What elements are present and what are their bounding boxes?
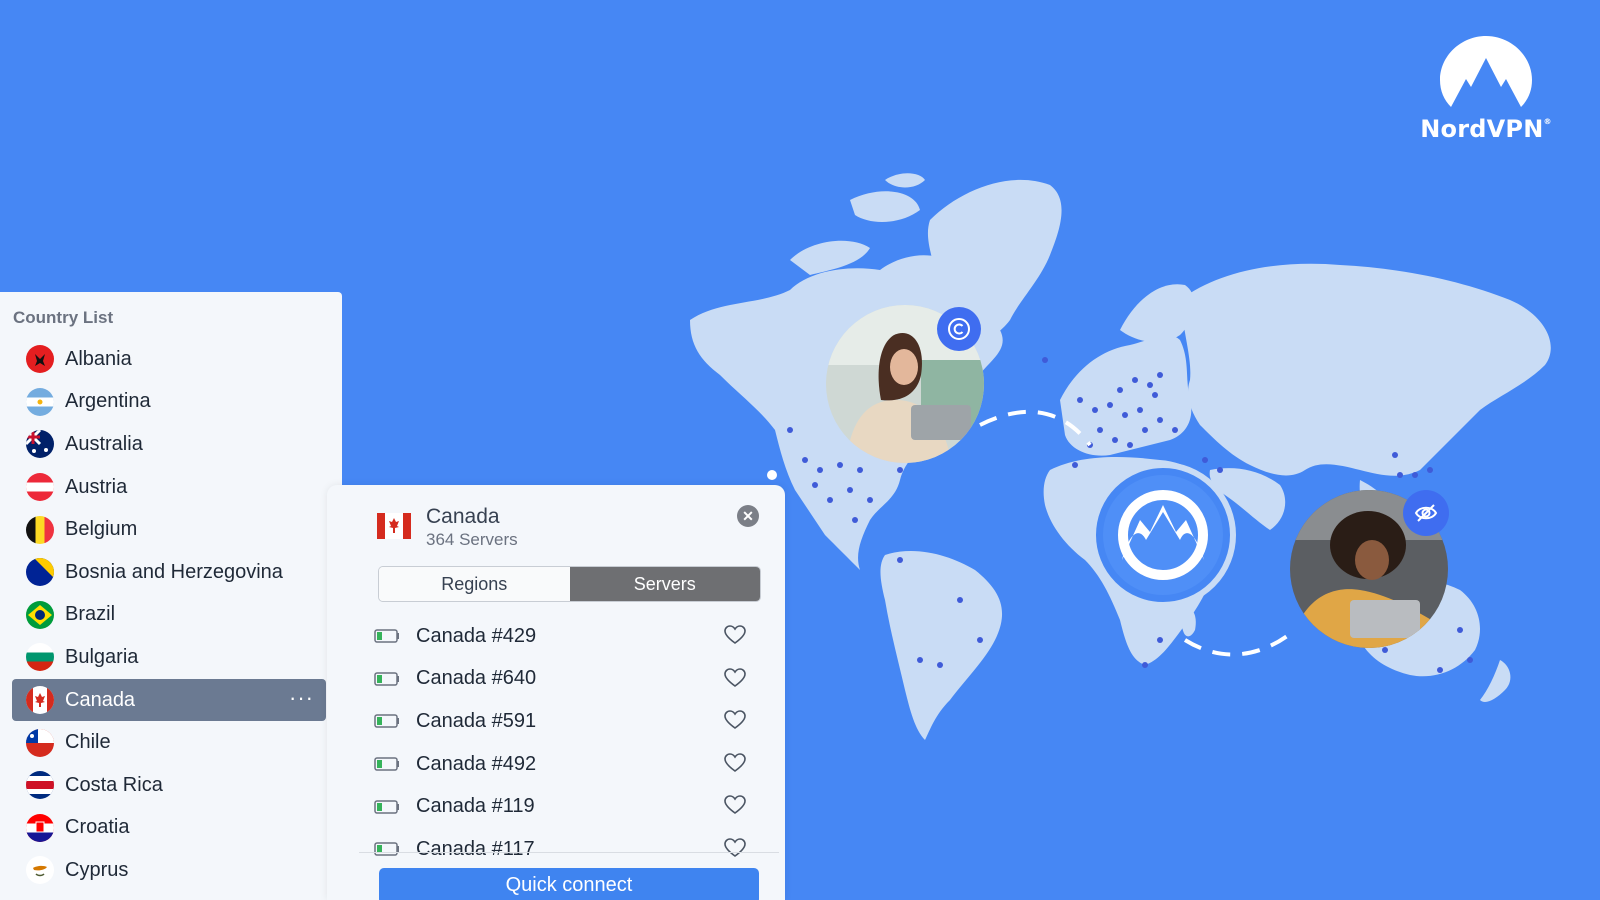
tab-regions[interactable]: Regions	[379, 567, 570, 601]
country-item-costa-rica[interactable]: Costa Rica	[12, 764, 326, 807]
country-list: Albania Argentina Australia Austria Belg…	[12, 338, 326, 892]
server-row[interactable]: Canada #119	[367, 785, 767, 828]
heart-icon[interactable]	[724, 625, 746, 645]
server-name: Canada #117	[416, 837, 535, 860]
server-load-icon	[374, 672, 399, 686]
country-name: Albania	[65, 347, 132, 370]
brand-name: NordVPN	[1420, 115, 1544, 143]
heart-icon[interactable]	[724, 667, 746, 688]
bulgaria-flag-icon	[26, 643, 54, 672]
country-name: Costa Rica	[65, 773, 163, 796]
country-name: Belgium	[65, 518, 138, 541]
country-name: Bosnia and Herzegovina	[65, 560, 283, 583]
server-load-icon	[374, 629, 399, 644]
server-row[interactable]: Canada #117	[367, 828, 767, 871]
country-item-chile[interactable]: Chile	[12, 721, 326, 764]
country-item-australia[interactable]: Australia	[12, 423, 326, 466]
south-america-landmass	[880, 550, 1003, 740]
country-name: Cyprus	[65, 858, 129, 881]
canada-flag-icon	[377, 513, 411, 539]
server-row[interactable]: Canada #640	[367, 658, 767, 701]
server-name: Canada #640	[416, 667, 537, 690]
country-name: Bulgaria	[65, 645, 139, 668]
server-row[interactable]: Canada #492	[367, 743, 767, 786]
server-load-icon	[374, 714, 399, 729]
austria-flag-icon	[26, 473, 54, 502]
cyprus-flag-icon	[26, 856, 54, 885]
argentina-flag-icon	[26, 387, 54, 416]
chile-flag-icon	[26, 728, 54, 757]
close-icon[interactable]: ✕	[737, 505, 759, 527]
server-panel: Canada 364 Servers ✕ Regions Servers Can…	[327, 485, 785, 900]
server-name: Canada #119	[416, 795, 535, 818]
croatia-flag-icon	[26, 813, 54, 842]
server-load-icon	[374, 842, 399, 857]
heart-icon[interactable]	[724, 752, 746, 773]
belgium-flag-icon	[26, 515, 54, 544]
server-row[interactable]: Canada #429	[367, 615, 767, 658]
connection-arc-2	[1183, 628, 1297, 657]
heart-icon[interactable]	[724, 710, 746, 730]
country-name: Croatia	[65, 816, 130, 839]
country-item-belgium[interactable]: Belgium	[12, 508, 326, 551]
country-name: Argentina	[65, 390, 151, 413]
quick-connect-button[interactable]: Quick connect	[379, 868, 759, 900]
heart-icon[interactable]	[724, 838, 746, 858]
server-name: Canada #429	[416, 624, 537, 647]
country-name: Brazil	[65, 603, 116, 626]
country-name: Austria	[65, 475, 128, 498]
server-name: Canada #591	[416, 709, 537, 732]
country-item-argentina[interactable]: Argentina	[12, 381, 326, 424]
divider	[359, 852, 779, 853]
asia-landmass	[1180, 263, 1551, 476]
country-list-panel: Country List Albania Argentina Australia…	[0, 292, 342, 900]
server-load-icon	[374, 757, 399, 771]
hidden-eye-badge-icon	[1403, 490, 1449, 536]
server-list: Canada #429 Canada #640 Canada #591 Cana…	[367, 615, 767, 871]
country-item-brazil[interactable]: Brazil	[12, 594, 326, 637]
australia-flag-icon	[26, 430, 54, 459]
canada-flag-icon	[26, 686, 54, 715]
heart-icon[interactable]	[724, 795, 746, 815]
regions-servers-toggle: Regions Servers	[378, 566, 761, 602]
registered-mark: ®	[1543, 117, 1552, 126]
server-panel-country: Canada	[426, 505, 500, 528]
server-row[interactable]: Canada #591	[367, 700, 767, 743]
country-name: Canada	[65, 688, 136, 711]
country-item-croatia[interactable]: Croatia	[12, 807, 326, 850]
bosnia-flag-icon	[26, 558, 54, 587]
albania-flag-icon	[26, 345, 54, 374]
server-load-icon	[374, 799, 399, 814]
country-name: Chile	[65, 731, 111, 754]
nordvpn-logo: NordVPN®	[1412, 36, 1560, 143]
new-zealand-landmass	[1480, 660, 1511, 702]
country-item-bosnia[interactable]: Bosnia and Herzegovina	[12, 551, 326, 594]
europe-landmass	[1060, 335, 1192, 456]
more-options-icon[interactable]: ···	[289, 685, 314, 711]
brazil-flag-icon	[26, 600, 54, 629]
country-item-cyprus[interactable]: Cyprus	[12, 849, 326, 892]
nordvpn-mountain-icon	[1440, 36, 1532, 107]
server-name: Canada #492	[416, 752, 537, 775]
country-item-bulgaria[interactable]: Bulgaria	[12, 636, 326, 679]
country-item-albania[interactable]: Albania	[12, 338, 326, 381]
country-item-austria[interactable]: Austria	[12, 466, 326, 509]
country-name: Australia	[65, 432, 143, 455]
server-count: 364 Servers	[426, 530, 518, 549]
costa-rica-flag-icon	[26, 771, 54, 800]
copyright-badge-icon	[937, 307, 981, 351]
country-item-canada[interactable]: Canada ···	[12, 678, 326, 722]
country-list-title: Country List	[13, 308, 114, 327]
tab-servers[interactable]: Servers	[569, 567, 760, 601]
